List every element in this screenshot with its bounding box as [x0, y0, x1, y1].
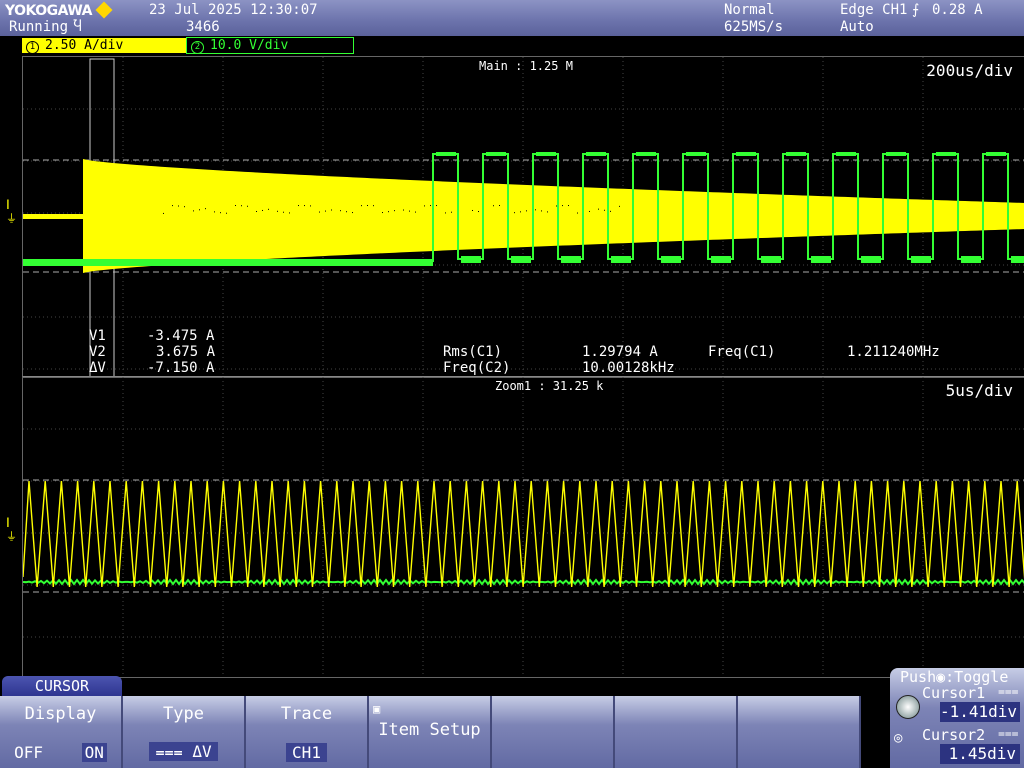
- rms-c1-label: Rms(C1): [443, 344, 503, 360]
- item-setup-label: Item Setup: [378, 720, 481, 740]
- zoom-record-label: Zoom1 : 31.25 k: [495, 379, 604, 393]
- ch2-scale-box[interactable]: 2 10.0 V/div: [186, 37, 354, 54]
- acquisition-count: 3466: [186, 19, 220, 35]
- setup-window-icon: ▣: [373, 702, 381, 716]
- display-label: Display: [24, 704, 97, 724]
- horizontal-cursor-icon: ⩶: [155, 742, 183, 761]
- v1-label: V1: [89, 328, 106, 344]
- trigger-mode: Auto: [840, 19, 874, 35]
- display-softkey[interactable]: Display OFF ON: [0, 696, 123, 768]
- freq-c1-label: Freq(C1): [708, 344, 776, 360]
- horizontal-cursor-icon: ⩶: [998, 726, 1019, 740]
- main-waveform-window[interactable]: Main : 1.25 M 200us/div V1 -3.475 A V2 3…: [22, 56, 1024, 378]
- softkey-6[interactable]: [615, 696, 738, 768]
- cursor1-knob-icon[interactable]: [896, 695, 920, 719]
- cursor1-label: Cursor1: [922, 684, 986, 702]
- v2-label: V2: [89, 344, 106, 360]
- dv-value: -7.150 A: [147, 360, 215, 376]
- ground-icon: ⏚: [6, 212, 17, 225]
- freq-c2-label: Freq(C2): [443, 360, 511, 376]
- trigger-level: 0.28 A: [932, 2, 983, 18]
- cursor2-value[interactable]: 1.45div: [940, 744, 1020, 764]
- brand-logo: YOKOGAWA: [5, 1, 113, 19]
- horizontal-cursor-icon: ⩶: [998, 684, 1019, 698]
- acq-mode: Normal: [724, 2, 775, 18]
- type-label: Type: [163, 704, 204, 724]
- jog-cursor-panel[interactable]: Push◉:Toggle Cursor1 ⩶ -1.41div ◎ Cursor…: [890, 668, 1024, 768]
- display-state: OFF ON: [0, 743, 121, 762]
- dv-label: ΔV: [89, 360, 106, 376]
- cursor2-label: Cursor2: [922, 726, 986, 744]
- item-setup-softkey[interactable]: ▣ Item Setup: [369, 696, 492, 768]
- zoom-timebase: 5us/div: [945, 381, 1013, 400]
- cursor2-knob-icon[interactable]: ◎: [894, 730, 902, 746]
- rising-edge-icon: ⨍: [912, 2, 920, 18]
- main-timebase: 200us/div: [926, 61, 1013, 80]
- freq-c1-value: 1.211240MHz: [847, 344, 940, 360]
- type-value: ⩶ ΔV: [149, 742, 218, 761]
- ch1-scale: 2.50 A/div: [45, 38, 124, 53]
- display-off-option: OFF: [14, 743, 44, 762]
- channel-bar: 1 2.50 A/div 2 10.0 V/div: [0, 37, 1024, 56]
- run-status: Running: [9, 19, 69, 35]
- trigger-type: Edge CH1: [840, 2, 908, 18]
- sample-rate: 625MS/s: [724, 19, 784, 35]
- v2-value: 3.675 A: [156, 344, 216, 360]
- ch1-number-badge: 1: [26, 41, 39, 54]
- datetime: 23 Jul 2025 12:30:07: [149, 2, 318, 18]
- trace-value: CH1: [286, 743, 327, 762]
- zoom-waveform-window[interactable]: Zoom1 : 31.25 k 5us/div: [22, 376, 1024, 678]
- status-bar: YOKOGAWA Running Ⴏ 23 Jul 2025 12:30:07 …: [0, 0, 1024, 36]
- cursor1-value[interactable]: -1.41div: [940, 702, 1020, 722]
- ch1-main-trace: [23, 159, 1024, 273]
- softkey-panel: Display OFF ON Type ⩶ ΔV Trace CH1 ▣ Ite…: [0, 696, 861, 768]
- main-record-label: Main : 1.25 M: [479, 59, 573, 73]
- trace-softkey[interactable]: Trace CH1: [246, 696, 369, 768]
- ground-icon: ⏚: [6, 530, 17, 543]
- menu-title-tab: CURSOR: [2, 676, 122, 696]
- ch2-number-badge: 2: [191, 41, 204, 54]
- freq-c2-value: 10.00128kHz: [582, 360, 675, 376]
- v1-value: -3.475 A: [147, 328, 215, 344]
- ch2-scale: 10.0 V/div: [210, 38, 289, 53]
- display-on-option: ON: [81, 743, 107, 762]
- trace-label: Trace: [280, 704, 333, 724]
- softkey-7[interactable]: [738, 696, 861, 768]
- type-softkey[interactable]: Type ⩶ ΔV: [123, 696, 246, 768]
- ch1-scale-box[interactable]: 1 2.50 A/div: [22, 38, 186, 54]
- yokogawa-diamond-icon: [95, 1, 113, 19]
- acquire-icon: Ⴏ: [73, 19, 82, 35]
- rms-c1-value: 1.29794 A: [582, 344, 658, 360]
- zoom-waveform-plot: [23, 377, 1024, 677]
- softkey-5[interactable]: [492, 696, 615, 768]
